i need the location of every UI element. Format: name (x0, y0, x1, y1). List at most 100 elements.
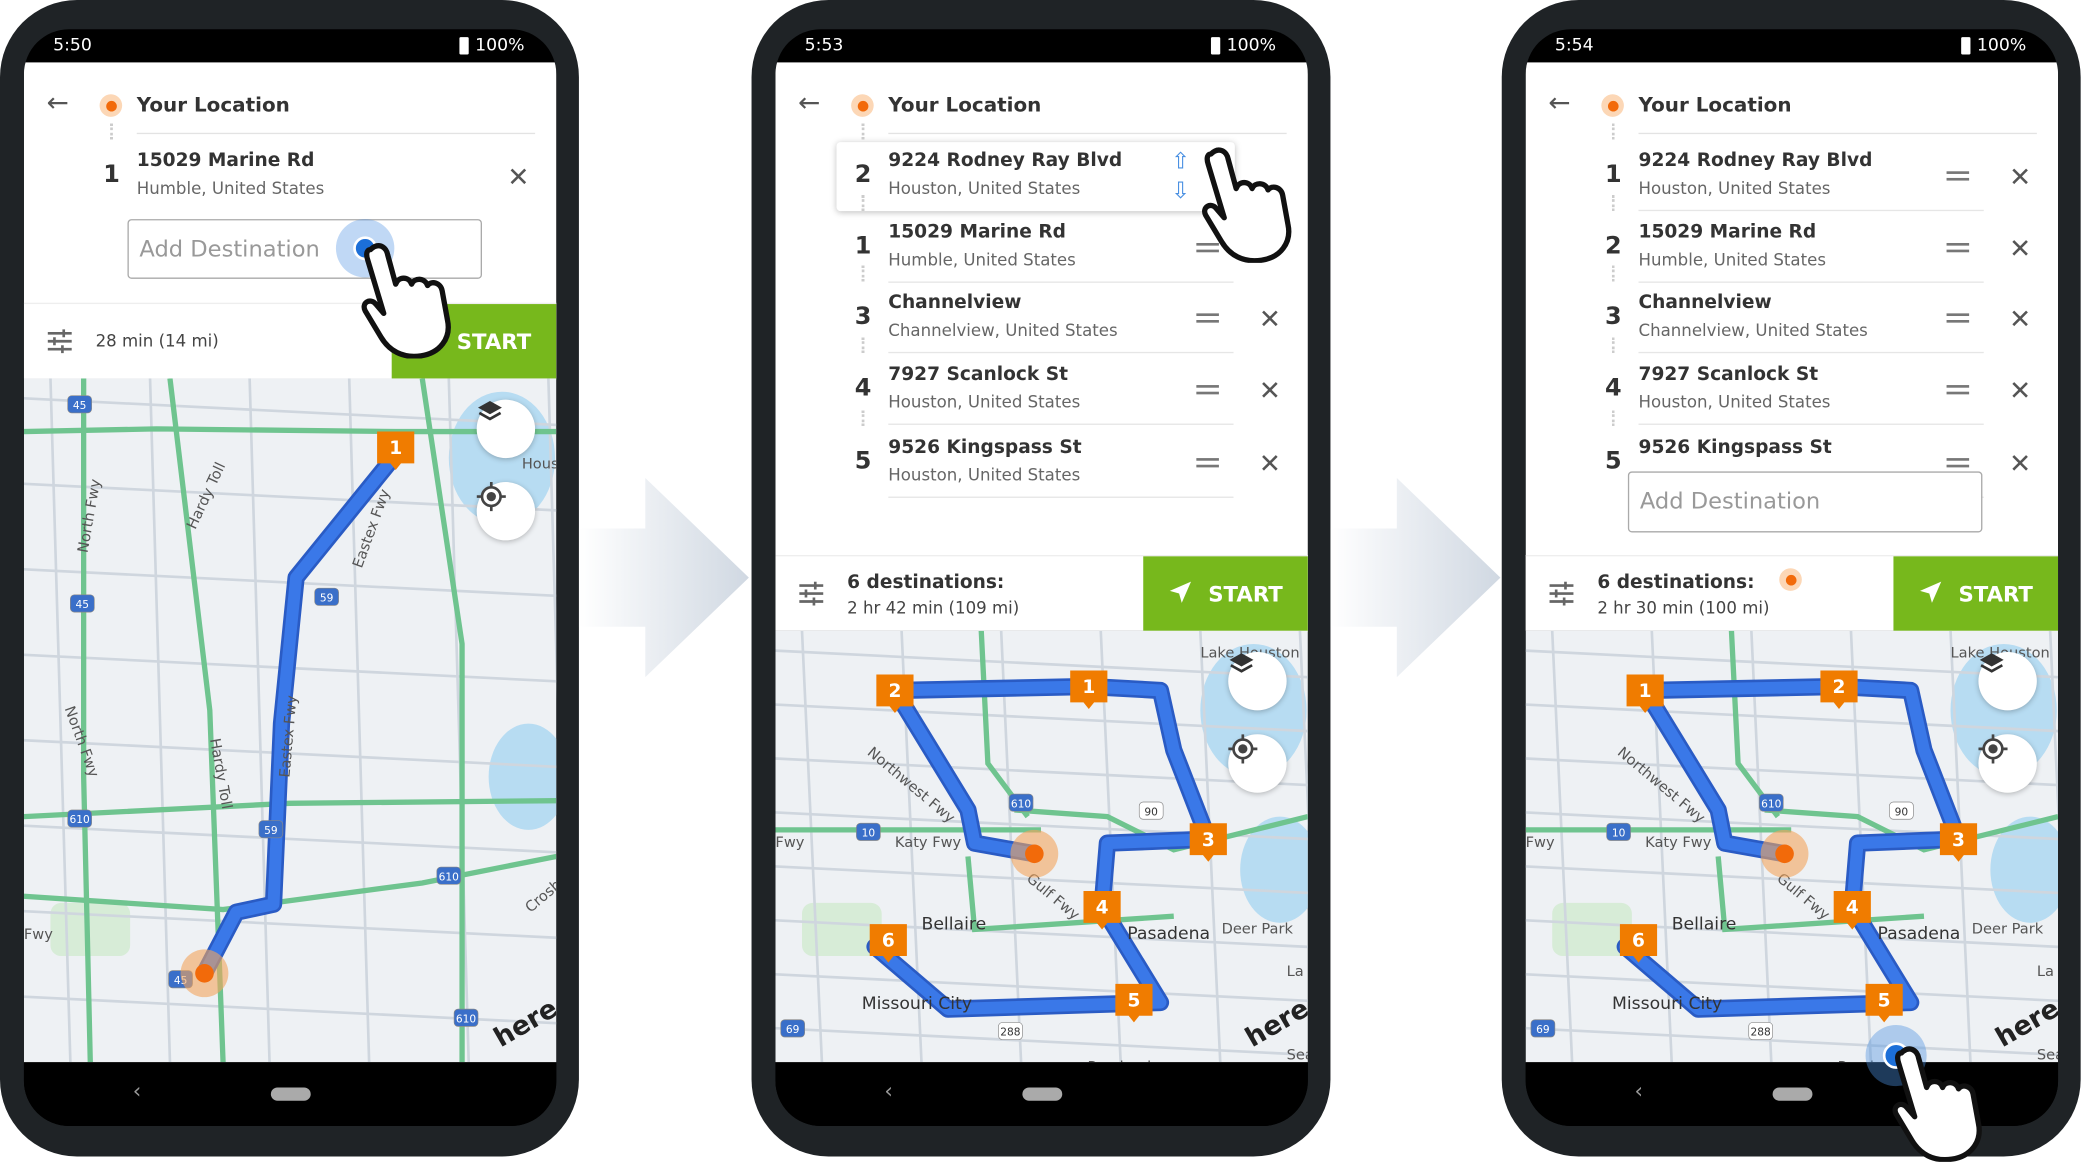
stop-marker-number: 1 (1082, 677, 1095, 698)
phone-3: 5:54 100% ← Your Location 1 9224 Rodney Ray B… (1501, 0, 2081, 1157)
road (1525, 972, 2059, 1003)
origin-label: Your Location (888, 92, 1042, 117)
stop-subtitle: Houston, United States (888, 177, 1081, 198)
current-location-icon (1025, 844, 1044, 864)
navigation-arrow-icon (1919, 580, 1943, 609)
stop-marker-number: 5 (1878, 990, 1891, 1011)
route-dots (1611, 265, 1615, 282)
stop-number: 3 (1604, 302, 1622, 331)
system-home-button[interactable] (1022, 1087, 1063, 1101)
stop-title: 7927 Scanlock St (1638, 363, 1819, 386)
drag-handle-icon[interactable] (1946, 313, 1970, 323)
add-destination-placeholder: Add Destination (139, 235, 320, 263)
route-options-icon[interactable] (1548, 581, 1575, 606)
system-back-button[interactable]: ‹ (1635, 1078, 1644, 1103)
map-canvas[interactable]: Lake HoustonNorthwest FwyKaty FwyFwyGulf… (775, 630, 1308, 1063)
start-label: START (1208, 581, 1283, 607)
remove-stop-button[interactable]: ✕ (1259, 305, 1281, 332)
stop-number: 2 (854, 160, 872, 189)
back-arrow-icon[interactable]: ← (46, 86, 68, 118)
remove-stop-button[interactable]: ✕ (2009, 163, 2031, 190)
map-place-label: Gulf Fwy (1023, 870, 1083, 924)
highway-shield-label: 610 (1761, 797, 1782, 810)
route-dots (861, 265, 865, 282)
back-arrow-icon[interactable]: ← (1548, 86, 1570, 118)
drag-handle-icon[interactable] (1946, 242, 1970, 253)
route-map[interactable]: Lake Houston Northwest Fwy Katy Fwy Fwy Gulf… (1525, 630, 2059, 1063)
start-label: START (456, 329, 532, 355)
battery-icon (1210, 37, 1221, 55)
row-divider (888, 281, 1234, 283)
stop-marker-number: 6 (882, 931, 895, 952)
route-map[interactable]: Lake Houston Northwest Fwy Katy Fwy Fwy Gulf… (775, 630, 1308, 1063)
origin-location-dot-icon (1601, 94, 1624, 117)
stop-title: 9526 Kingspass St (888, 436, 1082, 459)
map-place-label: Katy Fwy (1645, 834, 1712, 851)
drag-handle-icon[interactable] (1946, 458, 1970, 468)
map-canvas[interactable]: Hardy TollNorth FwyNorth Fwy Hardy TollEa… (23, 378, 557, 1063)
route-map[interactable]: Hardy Toll North Fwy North Fwy Hardy Toll Ea… (23, 378, 557, 1063)
remove-stop-button[interactable]: ✕ (1259, 377, 1281, 404)
recenter-button[interactable] (1228, 734, 1287, 793)
stop-marker-number: 2 (888, 681, 901, 702)
origin-divider (1638, 132, 2037, 135)
route-panel: ← Your Location 1 9224 Rodney Ray Blvd Houst… (1525, 62, 2059, 633)
remove-stop-button[interactable]: ✕ (2009, 235, 2031, 262)
start-button[interactable]: START (1143, 556, 1308, 633)
summary-title: 6 destinations: (1597, 572, 1755, 594)
remove-stop-button[interactable]: ✕ (2009, 305, 2031, 332)
tap-hand-cursor (1883, 1042, 1989, 1167)
system-home-button[interactable] (1772, 1087, 1813, 1101)
road (23, 824, 557, 854)
drag-hand-cursor (1192, 143, 1298, 268)
remove-stop-button[interactable]: ✕ (2009, 450, 2031, 477)
stop-subtitle: Houston, United States (888, 464, 1081, 485)
drag-handle-icon[interactable] (1196, 385, 1219, 395)
system-nav-bar: ‹ (775, 1062, 1308, 1126)
highway-shield-label: 10 (1612, 827, 1626, 840)
system-back-button[interactable]: ‹ (884, 1078, 893, 1103)
system-home-button[interactable] (270, 1087, 311, 1101)
remove-stop-button[interactable]: ✕ (2009, 377, 2031, 404)
remove-stop-button[interactable]: ✕ (507, 163, 529, 190)
map-layers-button[interactable] (1228, 651, 1287, 711)
drag-handle-icon[interactable] (1946, 171, 1970, 181)
status-bar: 5:50 100% (24, 29, 556, 62)
map-place-label: Hardy Toll (183, 460, 229, 532)
stop-title: Channelview (888, 292, 1022, 314)
map-place-label: Gulf Fwy (1773, 870, 1833, 924)
map-layers-button[interactable] (476, 399, 536, 459)
route-options-icon[interactable] (46, 329, 73, 354)
phone-screen: 5:54 100% ← Your Location 1 9224 Rodney Ray B… (1525, 29, 2059, 1126)
highway-shield-label: 90 (1895, 805, 1909, 818)
stop-subtitle: Houston, United States (888, 391, 1081, 412)
add-destination-input[interactable]: Add Destination (1627, 471, 1983, 533)
tutorial-stage: 5:50 100% ← Your Location 1 15029 Marine Rd Hu… (0, 0, 2082, 1163)
highway-shield-label: 59 (264, 824, 278, 837)
back-arrow-icon[interactable]: ← (798, 86, 820, 118)
map-layers-button[interactable] (1978, 651, 2037, 711)
map-place-label: Bellaire (1672, 914, 1737, 934)
drag-handle-icon[interactable] (1196, 313, 1219, 323)
row-divider (888, 423, 1234, 425)
row-divider (888, 496, 1234, 498)
highway-shield-label: 610 (456, 1012, 477, 1025)
recenter-button[interactable] (476, 481, 536, 541)
system-back-button[interactable]: ‹ (133, 1078, 142, 1103)
route-summary-bar: 6 destinations: 2 hr 42 min (109 mi) START (775, 555, 1308, 633)
stop-title: 9224 Rodney Ray Blvd (1638, 150, 1873, 172)
battery-level: 100% (475, 35, 525, 56)
recenter-button[interactable] (1978, 734, 2037, 793)
drag-handle-icon[interactable] (1946, 385, 1970, 395)
route-summary-bar: 6 destinations: 2 hr 30 min (100 mi) START (1525, 555, 2059, 633)
route-dots (861, 195, 865, 212)
stop-title: 15029 Marine Rd (136, 150, 315, 172)
step-arrow-icon (578, 478, 752, 678)
map-canvas[interactable]: Lake HoustonNorthwest FwyKaty FwyFwyGulf… (1525, 630, 2059, 1063)
route-options-icon[interactable] (798, 581, 825, 606)
drag-handle-icon[interactable] (1196, 458, 1219, 468)
map-place-label: La (2037, 963, 2054, 980)
start-button[interactable]: START (1893, 556, 2059, 633)
remove-stop-button[interactable]: ✕ (1259, 450, 1281, 477)
phone-screen: 5:50 100% ← Your Location 1 15029 Marine Rd Hu… (23, 29, 557, 1126)
